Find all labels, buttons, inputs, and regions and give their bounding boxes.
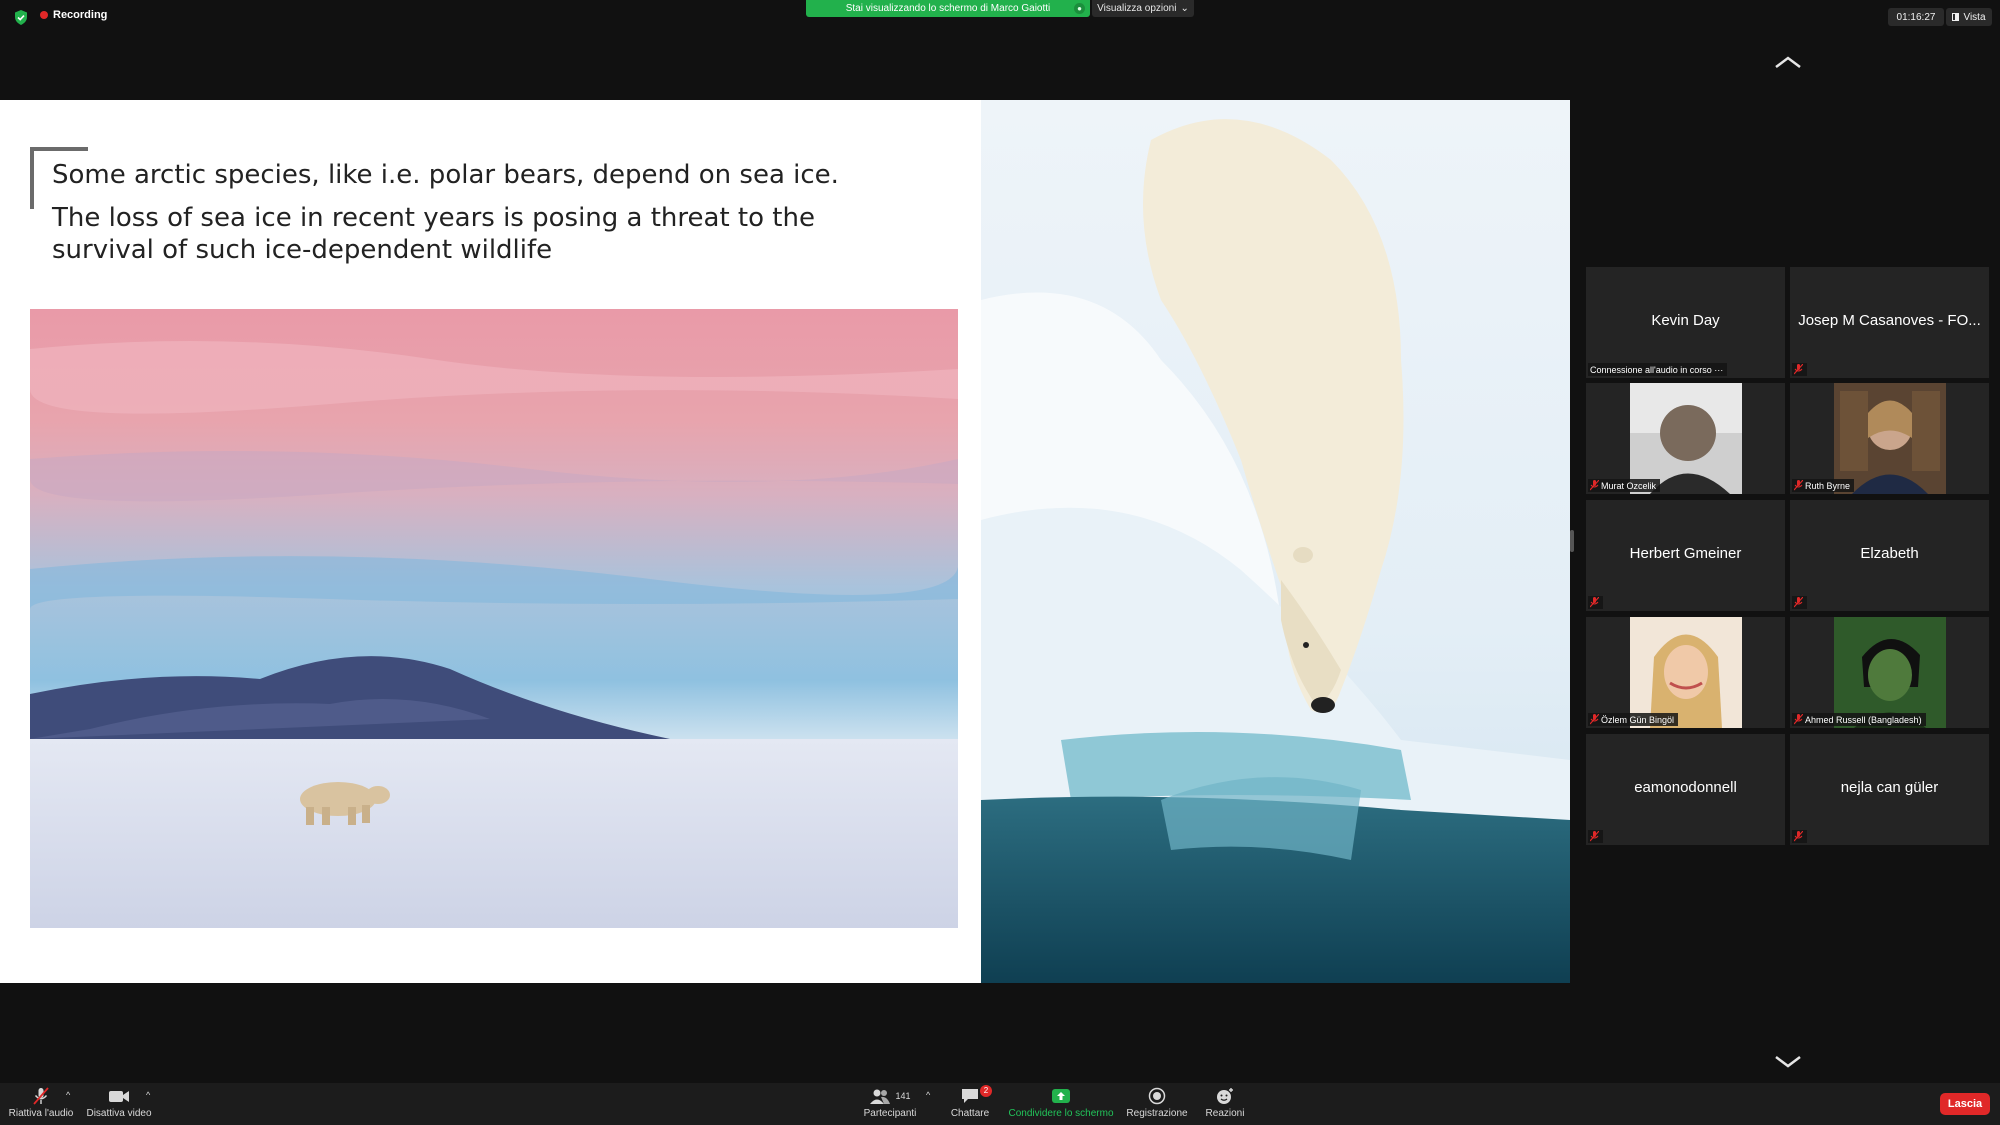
participant-video-feed xyxy=(1834,617,1946,728)
view-options-button[interactable]: Visualizza opzioni ⌄ xyxy=(1092,0,1194,17)
participant-name: Josep M Casanoves - FO... xyxy=(1798,312,1981,329)
record-label: Registrazione xyxy=(1126,1108,1188,1119)
mic-off-icon xyxy=(1794,364,1803,375)
gallery-page-up-icon[interactable] xyxy=(1774,54,1802,70)
mic-off-icon xyxy=(1590,831,1599,842)
gallery-view-icon xyxy=(1952,13,1960,21)
top-bar: Recording Stai visualizzando lo schermo … xyxy=(0,0,2000,30)
recording-indicator[interactable]: Recording xyxy=(40,9,107,21)
reactions-label: Reazioni xyxy=(1205,1108,1245,1119)
participant-name: Murat Ozcelik xyxy=(1601,480,1657,491)
security-shield-icon[interactable] xyxy=(14,10,28,25)
participant-tile[interactable]: Ruth Byrne xyxy=(1790,383,1989,494)
meeting-toolbar: Riattiva l'audio ^ Disattiva video ^ 141… xyxy=(0,1083,2000,1125)
participant-label: Özlem Gün Bingöl xyxy=(1588,713,1679,726)
share-screen-arrow-icon xyxy=(1052,1089,1070,1103)
stop-video-button[interactable]: Disattiva video xyxy=(84,1087,154,1125)
record-icon xyxy=(1148,1087,1166,1105)
share-banner-text: Stai visualizzando lo schermo di Marco G… xyxy=(845,3,1051,14)
participants-label: Partecipanti xyxy=(863,1108,917,1119)
mic-off-icon xyxy=(1794,831,1803,842)
participant-name: eamonodonnell xyxy=(1634,779,1737,796)
participant-tile[interactable]: nejla can güler xyxy=(1790,734,1989,845)
view-options-label: Visualizza opzioni xyxy=(1097,3,1177,14)
arctic-glacier-polar-bear-photo xyxy=(30,309,958,928)
screen-share-banner: Stai visualizzando lo schermo di Marco G… xyxy=(806,0,1090,17)
participant-name: Özlem Gün Bingöl xyxy=(1601,714,1675,725)
participant-label: Ruth Byrne xyxy=(1792,479,1855,492)
leave-meeting-button[interactable]: Lascia xyxy=(1940,1093,1990,1115)
participant-label xyxy=(1588,596,1603,609)
view-button[interactable]: Vista xyxy=(1946,8,1992,26)
mic-off-icon xyxy=(1794,714,1803,725)
participant-name: nejla can güler xyxy=(1840,779,1939,796)
banner-close-icon[interactable]: ● xyxy=(1074,3,1085,14)
participant-label xyxy=(1792,596,1807,609)
polar-bear-on-ice-photo xyxy=(981,100,1570,983)
microphone-muted-icon xyxy=(33,1087,49,1105)
mic-off-icon xyxy=(1794,597,1803,608)
share-screen-label: Condividere lo schermo xyxy=(1008,1108,1114,1119)
chat-bubble-icon xyxy=(962,1089,978,1103)
participants-icon xyxy=(870,1089,891,1104)
participant-tile[interactable]: Ahmed Russell (Bangladesh) xyxy=(1790,617,1989,728)
participant-tile[interactable]: Murat Ozcelik xyxy=(1586,383,1785,494)
unmute-label: Riattiva l'audio xyxy=(8,1108,74,1119)
participants-options-caret-icon[interactable]: ^ xyxy=(926,1090,930,1100)
stop-video-label: Disattiva video xyxy=(86,1108,152,1119)
participant-tile[interactable]: eamonodonnell xyxy=(1586,734,1785,845)
mic-off-icon xyxy=(1590,480,1599,491)
participants-button[interactable]: 141 Partecipanti xyxy=(862,1087,918,1125)
participant-name: Herbert Gmeiner xyxy=(1629,545,1742,562)
chevron-down-icon: ⌄ xyxy=(1180,3,1189,14)
chat-label: Chattare xyxy=(950,1108,990,1119)
participant-video-feed xyxy=(1834,383,1946,494)
participant-status-label: Connessione all'audio in corso ··· xyxy=(1588,363,1728,376)
recording-dot-icon xyxy=(40,11,48,19)
record-button[interactable]: Registrazione xyxy=(1124,1087,1190,1125)
participant-tile[interactable]: Elzabeth xyxy=(1790,500,1989,611)
video-camera-icon xyxy=(109,1091,129,1102)
mic-off-icon xyxy=(1590,714,1599,725)
slide-text-line-2: The loss of sea ice in recent years is p… xyxy=(52,203,815,265)
participant-video-feed xyxy=(1630,383,1742,494)
participant-label: Ahmed Russell (Bangladesh) xyxy=(1792,713,1926,726)
gallery-page-down-icon[interactable] xyxy=(1774,1054,1802,1070)
participant-name: Ruth Byrne xyxy=(1805,480,1851,491)
view-label: Vista xyxy=(1963,11,1986,23)
participant-tile[interactable]: Özlem Gün Bingöl xyxy=(1586,617,1785,728)
participant-tile[interactable]: Herbert Gmeiner xyxy=(1586,500,1785,611)
reactions-smiley-icon xyxy=(1217,1088,1233,1104)
chat-button[interactable]: 2 Chattare xyxy=(948,1085,992,1125)
participant-name: Ahmed Russell (Bangladesh) xyxy=(1805,714,1922,725)
audio-options-caret-icon[interactable]: ^ xyxy=(66,1090,70,1100)
participant-name: Kevin Day xyxy=(1651,312,1720,329)
recording-label: Recording xyxy=(53,9,108,21)
share-screen-button[interactable]: Condividere lo schermo xyxy=(1006,1087,1116,1125)
participant-label xyxy=(1588,830,1603,843)
mic-off-icon xyxy=(1590,597,1599,608)
participant-video-feed xyxy=(1630,617,1742,728)
participant-label xyxy=(1792,363,1807,376)
participant-tile[interactable]: Josep M Casanoves - FO... xyxy=(1790,267,1989,378)
video-options-caret-icon[interactable]: ^ xyxy=(146,1090,150,1100)
meeting-timer: 01:16:27 xyxy=(1888,8,1944,26)
reactions-button[interactable]: Reazioni xyxy=(1202,1087,1248,1125)
shared-screen-slide: Some arctic species, like i.e. polar bea… xyxy=(0,100,1570,983)
participant-name: Elzabeth xyxy=(1860,545,1919,562)
mic-off-icon xyxy=(1794,480,1803,491)
participant-label: Murat Ozcelik xyxy=(1588,479,1661,492)
slide-text-line-1: Some arctic species, like i.e. polar bea… xyxy=(52,160,839,190)
participant-tile[interactable]: Kevin Day Connessione all'audio in corso… xyxy=(1586,267,1785,378)
participant-label xyxy=(1792,830,1807,843)
participants-count: 141 xyxy=(895,1091,911,1101)
panel-resize-handle[interactable] xyxy=(1570,530,1574,552)
chat-unread-badge: 2 xyxy=(980,1085,992,1097)
